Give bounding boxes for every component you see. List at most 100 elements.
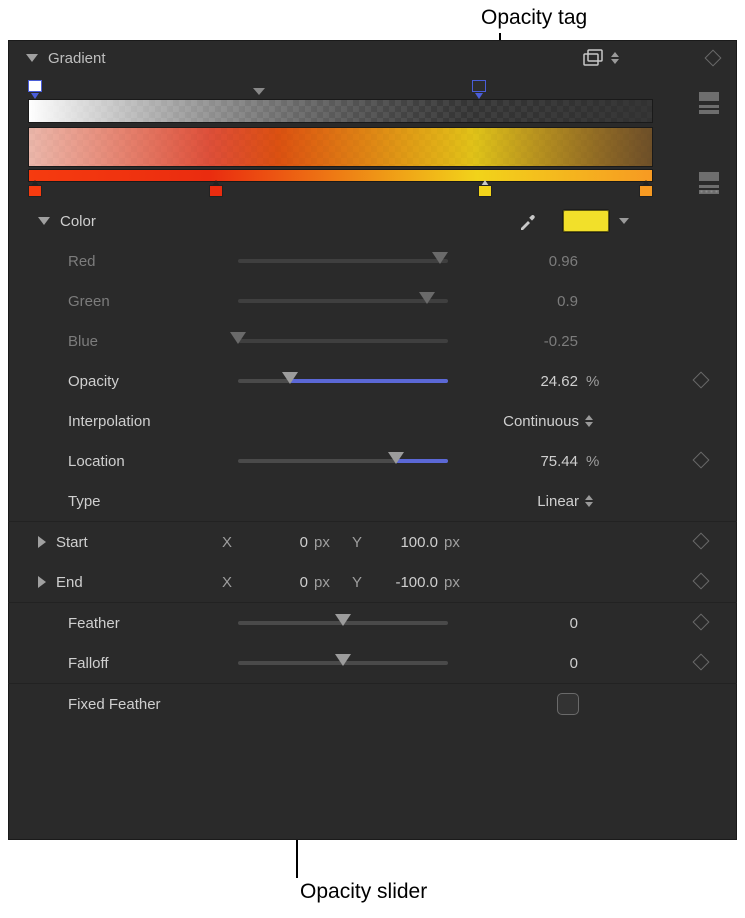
chevron-down-icon[interactable] <box>619 218 629 224</box>
type-row: Type Linear <box>8 481 737 521</box>
feather-slider[interactable] <box>238 614 448 632</box>
callout-opacity-tag: Opacity tag <box>481 6 587 30</box>
green-slider[interactable] <box>238 292 448 310</box>
opacity-row: Opacity 24.62 % <box>8 361 737 401</box>
color-bar-icon <box>699 172 719 181</box>
color-stop[interactable] <box>28 183 42 197</box>
interpolation-label: Interpolation <box>68 413 238 430</box>
opacity-bar-split-icon <box>699 105 719 114</box>
falloff-row: Falloff 0 <box>8 643 737 683</box>
start-x-value[interactable]: 0 <box>238 534 308 551</box>
fixed-feather-label: Fixed Feather <box>68 696 368 713</box>
keyframe-icon[interactable] <box>693 451 710 468</box>
type-value: Linear <box>537 493 579 510</box>
falloff-slider[interactable] <box>238 654 448 672</box>
gradient-editor <box>8 76 737 201</box>
opacity-tag[interactable] <box>472 82 486 96</box>
rgb-gradient-bar[interactable] <box>28 169 653 182</box>
end-x-value[interactable]: 0 <box>238 574 308 591</box>
x-label: X <box>214 574 232 591</box>
inspector-panel: Gradient <box>8 40 737 840</box>
location-slider[interactable] <box>238 452 448 470</box>
opacity-midpoint-icon[interactable] <box>253 88 265 95</box>
opacity-bar-options[interactable] <box>699 92 719 114</box>
color-label: Color <box>60 213 218 230</box>
blue-label: Blue <box>68 333 238 350</box>
updown-icon <box>585 495 593 507</box>
unit-label: px <box>444 574 468 591</box>
blue-row: Blue -0.25 <box>8 321 737 361</box>
type-select[interactable]: Linear <box>537 493 633 510</box>
type-label: Type <box>68 493 238 510</box>
disclosure-down-icon[interactable] <box>26 54 38 62</box>
blue-value[interactable]: -0.25 <box>448 333 586 350</box>
red-row: Red 0.96 <box>8 241 737 281</box>
start-y-value[interactable]: 100.0 <box>368 534 438 551</box>
keyframe-icon[interactable] <box>693 613 710 630</box>
interpolation-value: Continuous <box>503 413 579 430</box>
keyframe-icon[interactable] <box>693 532 710 549</box>
color-gradient-bar[interactable] <box>28 127 653 167</box>
color-stop[interactable] <box>478 183 492 197</box>
location-unit: % <box>586 453 612 470</box>
keyframe-icon[interactable] <box>693 572 710 589</box>
updown-icon <box>585 415 593 427</box>
fixed-feather-row: Fixed Feather <box>8 684 737 724</box>
color-bar-dots-icon <box>699 185 719 194</box>
opacity-label: Opacity <box>68 373 238 390</box>
color-bar-options[interactable] <box>699 172 719 194</box>
disclosure-down-icon[interactable] <box>38 217 50 225</box>
red-slider[interactable] <box>238 252 448 270</box>
unit-label: px <box>444 534 468 551</box>
red-value[interactable]: 0.96 <box>448 253 586 270</box>
keyframe-icon[interactable] <box>705 50 722 67</box>
y-label: Y <box>344 574 362 591</box>
gradient-title: Gradient <box>48 50 106 67</box>
gradient-section-header[interactable]: Gradient <box>8 40 737 76</box>
y-label: Y <box>344 534 362 551</box>
gradient-preset-icon[interactable] <box>583 49 605 67</box>
disclosure-right-icon[interactable] <box>38 576 46 588</box>
feather-row: Feather 0 <box>8 603 737 643</box>
location-value[interactable]: 75.44 <box>448 453 586 470</box>
green-label: Green <box>68 293 238 310</box>
keyframe-icon[interactable] <box>693 371 710 388</box>
falloff-label: Falloff <box>68 655 238 672</box>
color-stop[interactable] <box>209 183 223 197</box>
color-stop-track[interactable] <box>28 183 653 199</box>
color-swatch[interactable] <box>563 210 609 232</box>
feather-label: Feather <box>68 615 238 632</box>
green-row: Green 0.9 <box>8 281 737 321</box>
opacity-unit: % <box>586 373 612 390</box>
unit-label: px <box>314 574 338 591</box>
callout-opacity-slider: Opacity slider <box>300 880 427 904</box>
interpolation-select[interactable]: Continuous <box>503 413 633 430</box>
opacity-slider[interactable] <box>238 372 448 390</box>
interpolation-row: Interpolation Continuous <box>8 401 737 441</box>
color-row: Color <box>8 201 737 241</box>
keyframe-icon[interactable] <box>693 653 710 670</box>
opacity-bar-icon <box>699 92 719 101</box>
x-label: X <box>214 534 232 551</box>
color-stop[interactable] <box>639 183 653 197</box>
gradient-preset-stepper-icon[interactable] <box>611 52 619 64</box>
disclosure-right-icon[interactable] <box>38 536 46 548</box>
end-label: End <box>56 574 214 591</box>
location-label: Location <box>68 453 238 470</box>
end-y-value[interactable]: -100.0 <box>368 574 438 591</box>
falloff-value[interactable]: 0 <box>448 655 586 672</box>
opacity-tag[interactable] <box>28 82 42 96</box>
opacity-gradient-bar[interactable] <box>28 99 653 123</box>
start-label: Start <box>56 534 214 551</box>
location-row: Location 75.44 % <box>8 441 737 481</box>
green-value[interactable]: 0.9 <box>448 293 586 310</box>
unit-label: px <box>314 534 338 551</box>
start-row: Start X 0 px Y 100.0 px <box>8 522 737 562</box>
red-label: Red <box>68 253 238 270</box>
opacity-value[interactable]: 24.62 <box>448 373 586 390</box>
fixed-feather-checkbox[interactable] <box>557 693 579 715</box>
opacity-tag-track[interactable] <box>28 82 653 96</box>
feather-value[interactable]: 0 <box>448 615 586 632</box>
eyedropper-icon[interactable] <box>517 210 539 232</box>
blue-slider[interactable] <box>238 332 448 350</box>
